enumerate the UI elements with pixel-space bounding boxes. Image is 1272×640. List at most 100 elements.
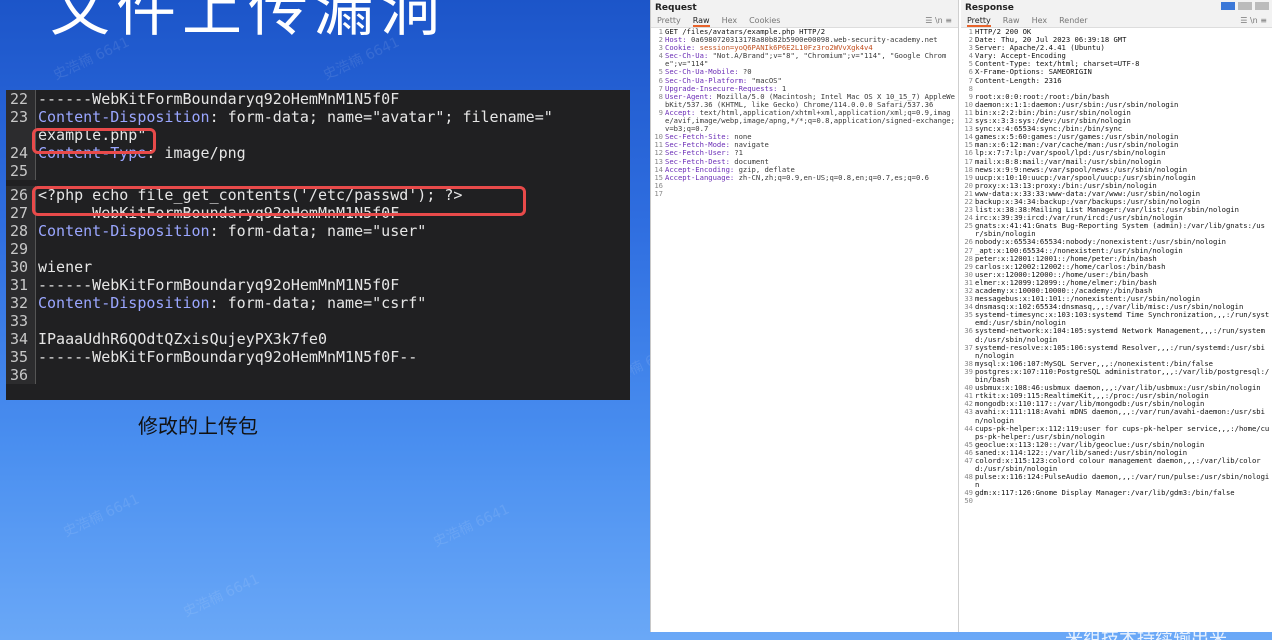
request-pane: Request Pretty Raw Hex Cookies ☰ \n ≡ 1G… [651,0,959,632]
wrap-lines-icon[interactable]: ☰ \n ≡ [925,16,952,25]
line-text: Sec-Ch-Ua: "Not.A/Brand";v="8", "Chromiu… [665,52,958,68]
line-text: postgres:x:107:110:PostgreSQL administra… [975,366,1270,385]
line-number: 35 [964,310,973,320]
response-pane: Response Pretty Raw Hex Render ☰ \n ≡ 1H… [961,0,1272,632]
header-value: text/html,application/xhtml+xml,applicat… [665,107,955,134]
code-text: wiener [38,258,93,276]
line-number: 34 [6,330,36,348]
watermark: 史浩楠 6641 [60,491,143,541]
message-line: 7 Content-Length: 2316 [963,75,1272,85]
line-number: 22 [6,90,36,108]
tab-pretty[interactable]: Pretty [657,16,681,27]
message-line: 36 systemd-network:x:104:105:systemd Netw… [963,327,1272,343]
line-number: 44 [964,423,973,433]
code-line: 29 [6,240,630,258]
code-line: 30 wiener [6,258,630,276]
line-number: 43 [964,407,973,417]
slide-title: 文件上传漏洞 [50,0,446,45]
message-line: 43 avahi:x:111:118:Avahi mDNS daemon,,,:/… [963,408,1272,424]
line-number: 32 [6,294,36,312]
header-value: : form-data; name="avatar"; filename=" [209,108,553,126]
line-text: systemd-network:x:104:105:systemd Networ… [975,326,1265,344]
message-line: 25 gnats:x:41:41:Gnats Bug-Reporting Syst… [963,222,1272,238]
code-line: 32 Content-Disposition: form-data; name=… [6,294,630,312]
line-text: pulse:x:116:124:PulseAudio daemon,,,:/va… [975,472,1270,490]
tab-hex[interactable]: Hex [722,16,738,27]
code-text: ------WebKitFormBoundaryq92oHemMnM1N5f0F [38,90,400,108]
line-text: colord:x:115:123:colord colour managemen… [975,455,1261,474]
line-text [665,190,958,198]
message-line: 50 [963,497,1272,505]
code-text: ------WebKitFormBoundaryq92oHemMnM1N5f0F [38,276,400,294]
code-line: 36 [6,366,630,384]
tab-render[interactable]: Render [1059,16,1087,27]
header-value: : form-data; name="csrf" [209,294,427,312]
code-text: Content-Disposition: form-data; name="cs… [36,294,426,312]
tab-cookies[interactable]: Cookies [749,16,780,27]
header-key: Accept-Language: [665,172,735,182]
message-line: 9 Accept: text/html,application/xhtml+xml… [653,107,958,134]
header-key: Content-Disposition [38,294,210,312]
line-number: 33 [6,312,36,330]
code-line: 22 ------WebKitFormBoundaryq92oHemMnM1N5… [6,90,630,108]
request-body: 1 GET /files/avatars/example.php HTTP/2 2 H… [651,27,958,198]
line-text [665,182,958,190]
line-number: 36 [6,366,36,384]
payload-highlight-box [32,186,526,216]
line-text: cups-pk-helper:x:112:119:user for cups-p… [975,423,1270,441]
line-text: gnats:x:41:41:Gnats Bug-Reporting System… [975,221,1265,239]
line-number: 39 [964,366,973,376]
code-caption: 修改的上传包 [138,414,258,438]
header-key: Content-Disposition [38,222,210,240]
code-line: 33 [6,312,630,330]
code-line: 34 IPaaaUdhR6QOdtQZxisQujeyPX3k7fe0 [6,330,630,348]
wrap-lines-icon[interactable]: ☰ \n ≡ [1240,16,1267,25]
line-text: Content-Length: 2316 [975,75,1062,85]
response-tabs: Pretty Raw Hex Render ☰ \n ≡ [961,14,1272,28]
layout-icons[interactable] [1221,2,1269,10]
message-line: 8 User-Agent: Mozilla/5.0 (Macintosh; Int… [653,91,958,109]
line-text: User-Agent: Mozilla/5.0 (Macintosh; Inte… [665,92,958,109]
message-line: 16 [653,181,958,190]
line-number: 17 [654,188,663,198]
message-line: 4 Sec-Ch-Ua: "Not.A/Brand";v="8", "Chromi… [653,52,958,68]
line-number: 30 [6,258,36,276]
message-line: 48 pulse:x:116:124:PulseAudio daemon,,,:/… [963,473,1272,489]
message-line: 17 [653,188,958,198]
line-number: 29 [6,240,36,258]
line-number: 48 [964,472,973,482]
tab-pretty[interactable]: Pretty [967,16,991,27]
line-number: 47 [964,455,973,465]
line-text: systemd-resolve:x:105:106:systemd Resolv… [975,342,1265,360]
watermark: 史浩楠 6641 [180,571,263,621]
code-text: ------WebKitFormBoundaryq92oHemMnM1N5f0F… [38,348,418,366]
line-number: 8 [658,91,663,101]
line-text: avahi:x:111:118:Avahi mDNS daemon,,,:/va… [975,407,1265,425]
tab-hex[interactable]: Hex [1032,16,1048,27]
message-line: 49 gdm:x:117:126:Gnome Display Manager:/v… [963,489,1272,497]
line-number: 35 [6,348,36,366]
header-value: : form-data; name="user" [209,222,427,240]
line-number: 31 [6,276,36,294]
line-text [975,497,1272,505]
message-line: 35 systemd-timesync:x:103:103:systemd Tim… [963,311,1272,327]
line-number: 9 [658,107,663,117]
code-text: IPaaaUdhR6QOdtQZxisQujeyPX3k7fe0 [38,330,327,348]
tab-raw[interactable]: Raw [1003,16,1020,27]
watermark: 史浩楠 6641 [430,501,513,551]
header-value: : image/png [146,144,246,162]
line-text: Accept: text/html,application/xhtml+xml,… [665,107,958,134]
line-number: 25 [6,162,36,180]
burp-repeater-screenshot: Request Pretty Raw Hex Cookies ☰ \n ≡ 1G… [650,0,1272,632]
line-number: 36 [964,326,973,336]
code-line: 28 Content-Disposition: form-data; name=… [6,222,630,240]
line-number: 25 [964,221,973,231]
tab-raw[interactable]: Raw [692,16,710,27]
line-number: 37 [964,342,973,352]
message-line: 37 systemd-resolve:x:105:106:systemd Reso… [963,342,1272,360]
line-text: Accept-Language: zh-CN,zh;q=0.9,en-US;q=… [665,172,958,182]
